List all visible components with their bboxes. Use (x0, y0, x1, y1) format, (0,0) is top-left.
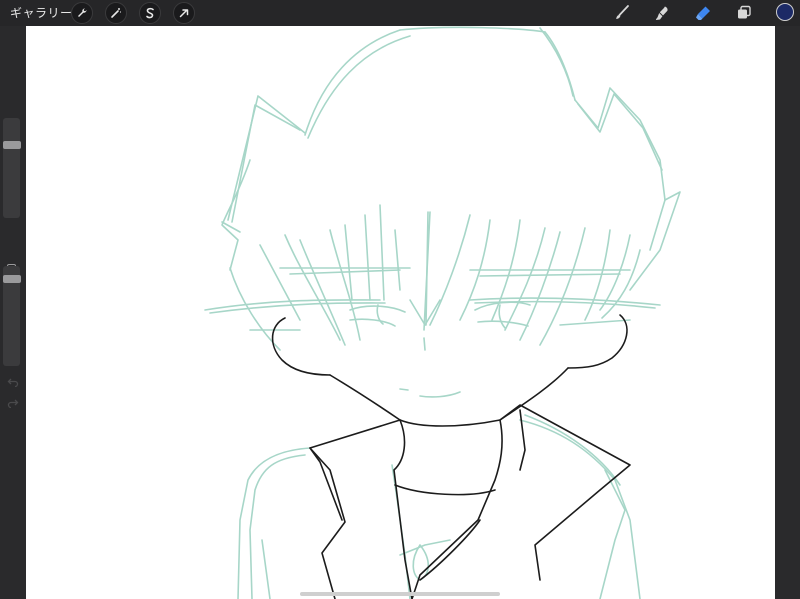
brush-size-handle[interactable] (3, 141, 21, 149)
left-sidebar (0, 26, 26, 599)
opacity-handle[interactable] (3, 275, 21, 284)
wrench-icon (78, 8, 87, 17)
layers-button[interactable] (734, 3, 754, 23)
layers-icon (738, 5, 751, 19)
selection-icon (146, 7, 154, 19)
selection-button[interactable] (139, 2, 161, 24)
sketch-layer (204, 26, 681, 599)
top-toolbar: ギャラリー (0, 0, 800, 26)
undo-icon[interactable] (7, 377, 19, 387)
magic-wand-icon (111, 8, 121, 18)
ink-layer (271, 314, 631, 599)
brush-size-slider[interactable] (3, 118, 20, 218)
color-picker-button[interactable] (776, 3, 794, 21)
sketch-drawing (204, 26, 681, 599)
actions-button[interactable] (71, 2, 93, 24)
eraser-tool-button[interactable] (693, 3, 713, 23)
smudge-icon (655, 6, 668, 20)
smudge-tool-button[interactable] (652, 3, 672, 23)
home-indicator (300, 592, 500, 596)
adjustments-button[interactable] (105, 2, 127, 24)
drawing-canvas[interactable] (26, 26, 775, 599)
transform-arrow-icon (179, 9, 189, 18)
brush-icon (616, 5, 629, 19)
eraser-icon (696, 6, 710, 20)
redo-icon[interactable] (7, 398, 19, 408)
gallery-button[interactable]: ギャラリー (10, 5, 73, 21)
transform-button[interactable] (173, 2, 195, 24)
brush-tool-button[interactable] (612, 3, 632, 23)
right-margin (775, 26, 800, 599)
